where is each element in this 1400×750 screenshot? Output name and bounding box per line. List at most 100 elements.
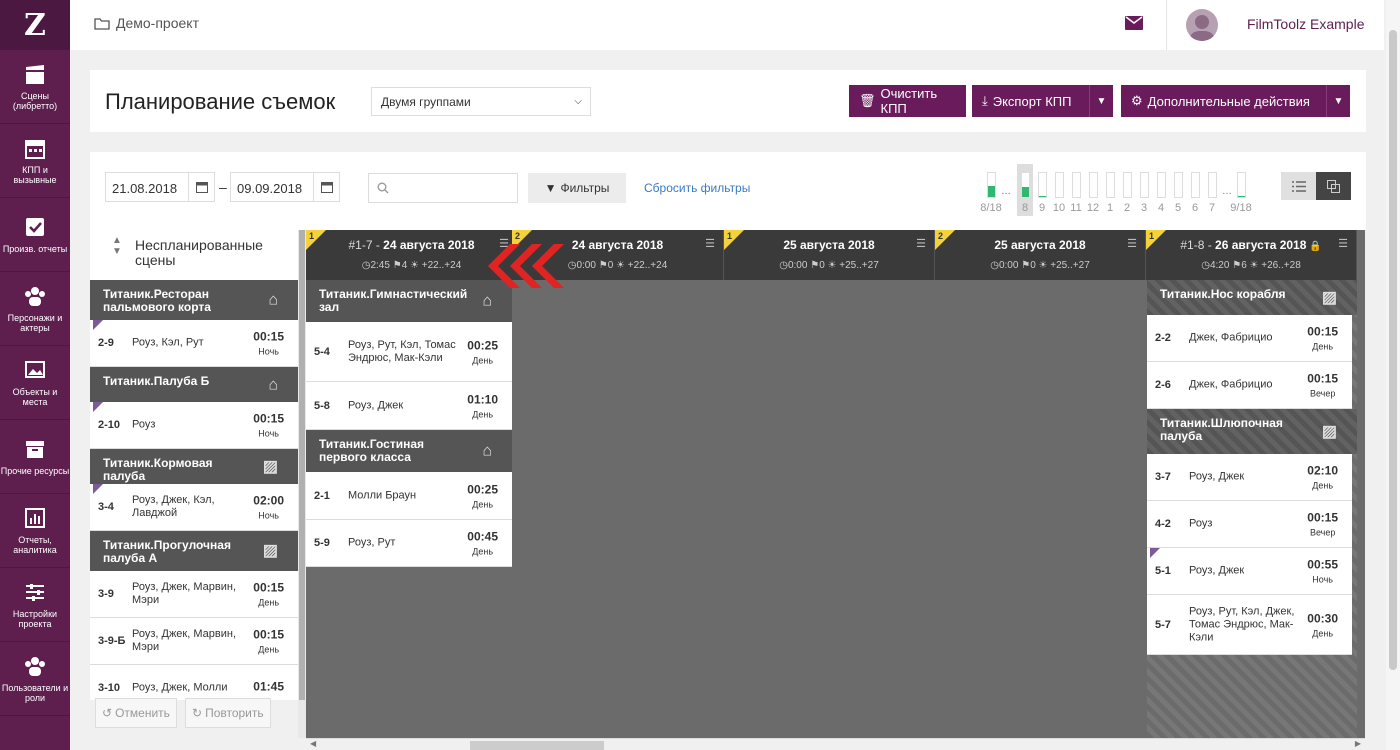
calendar-icon[interactable] [313, 173, 339, 201]
scene-characters: Роуз [1189, 517, 1213, 530]
export-kpp-button[interactable]: ⤓ Экспорт КПП [972, 85, 1089, 117]
board-scrollbar[interactable]: ◀ ▶ [306, 738, 1365, 750]
scene-card[interactable]: 2-1 Молли Браун 00:25 День [306, 472, 512, 520]
schedule-board: 1 #1-7 - 24 августа 2018 ☰ ◷2:45 ⚑4 ☀ +22..… [306, 230, 1365, 738]
day-column-header[interactable]: 1 25 августа 2018 ☰ ◷0:00 ⚑0 ☀ +25..+27 [724, 230, 935, 280]
scene-card[interactable]: 5-9 Роуз, Рут 00:45 День [306, 520, 512, 567]
scene-number: 2-9 [98, 337, 114, 349]
scene-card[interactable]: 5-1 Роуз, Джек 00:55 Ночь [1147, 548, 1352, 595]
sidebar-item-8[interactable]: Пользователи и роли [0, 642, 70, 716]
day-column-header[interactable]: 1 #1-8 - 26 августа 2018 🔒 ☰ ◷4:20 ⚑6 ☀ +26… [1146, 230, 1357, 280]
scene-card[interactable]: 4-2 Роуз 00:15 Вечер [1147, 501, 1352, 548]
more-actions-button[interactable]: ⚙ Дополнительные действия [1121, 85, 1326, 117]
unscheduled-scrollbar[interactable] [298, 230, 306, 738]
unscheduled-scrollbar-thumb[interactable] [299, 230, 305, 700]
day-strip-label: 9/18 [1230, 202, 1252, 214]
sidebar-item-5[interactable]: Прочие ресурсы [0, 420, 70, 494]
scene-number: 3-7 [1155, 471, 1171, 483]
sidebar-item-2[interactable]: Произв. отчеты [0, 198, 70, 272]
scroll-left-icon[interactable]: ◀ [310, 739, 316, 748]
scene-daytime: Ночь [258, 428, 279, 439]
app-logo[interactable]: Z [0, 0, 70, 50]
grouping-select[interactable]: Двумя группами ⌵ [371, 87, 591, 116]
scroll-left-arrows-icon[interactable] [480, 236, 590, 296]
calendar-icon[interactable] [188, 173, 214, 201]
sidebar-item-1[interactable]: КПП и вызывные [0, 124, 70, 198]
scene-daytime: День [258, 644, 280, 655]
page-scrollbar-thumb[interactable] [1389, 30, 1397, 670]
reset-filters-link[interactable]: Сбросить фильтры [644, 181, 750, 195]
search-input[interactable] [368, 173, 518, 203]
location-header[interactable]: Титаник.Прогулочная палуба А ▨ [90, 531, 298, 571]
scene-duration-value: 00:15 [253, 329, 284, 344]
export-dropdown-button[interactable]: ▼ [1089, 85, 1113, 117]
redo-label: Повторить [205, 706, 264, 720]
scene-card[interactable]: 5-4 Роуз, Рут, Кэл, Томас Эндрюс, Мак-Кэл… [306, 322, 512, 382]
scene-flag-icon [1150, 548, 1160, 558]
scene-card[interactable]: 5-8 Роуз, Джек 01:10 День [306, 382, 512, 430]
sidebar-item-4[interactable]: Объекты и места [0, 346, 70, 420]
column-settings-icon[interactable]: ☰ [705, 237, 715, 250]
location-header[interactable]: Титаник.Нос корабля ▨ [1147, 280, 1357, 315]
sort-icon[interactable]: ▲ ▼ [112, 235, 122, 257]
day-load-bar [1140, 172, 1149, 198]
list-view-button[interactable] [1281, 172, 1316, 200]
redo-button[interactable]: ↻ Повторить [185, 698, 271, 728]
day-column-header[interactable]: 2 25 августа 2018 ☰ ◷0:00 ⚑0 ☀ +25..+27 [935, 230, 1146, 280]
scene-card[interactable]: 3-7 Роуз, Джек 02:10 День [1147, 454, 1352, 501]
scene-number: 5-9 [314, 537, 330, 549]
scene-number: 2-1 [314, 489, 330, 502]
column-settings-icon[interactable]: ☰ [916, 237, 926, 250]
scene-duration: 00:15 Вечер [1307, 511, 1338, 538]
scene-duration: 00:55 Ночь [1307, 558, 1338, 585]
sidebar-item-6[interactable]: Отчеты, аналитика [0, 494, 70, 568]
location-group: Титаник.Кормовая палуба ▨ 3-4 Роуз, Джек, К… [90, 449, 298, 531]
scene-card[interactable]: 2-6 Джек, Фабрицио 00:15 Вечер [1147, 362, 1352, 409]
scene-duration-value: 00:25 [467, 482, 498, 496]
page-scrollbar[interactable] [1386, 0, 1400, 750]
filters-button[interactable]: ▼ Фильтры [528, 173, 626, 203]
board-scrollbar-thumb[interactable] [470, 741, 604, 750]
project-link[interactable]: Демо-проект [94, 15, 199, 31]
undo-button[interactable]: ↺ Отменить [95, 698, 177, 728]
total-time: 2:45 [370, 260, 390, 271]
scene-characters: Роуз, Джек [1189, 470, 1245, 483]
location-header[interactable]: Титаник.Гостиная первого класса ⌂ [306, 430, 512, 472]
scene-flag-icon [93, 402, 103, 412]
location-header[interactable]: Титаник.Шлюпочная палуба ▨ [1147, 409, 1357, 454]
day-strip-item[interactable]: 8/18… [980, 164, 1011, 216]
date-to-field[interactable]: 09.09.2018 [230, 172, 340, 202]
sidebar-item-0[interactable]: Сцены (либретто) [0, 50, 70, 124]
day-strip-item[interactable]: 9/18 [1230, 164, 1252, 216]
scene-card[interactable]: 2-10 Роуз 00:15 Ночь [90, 402, 298, 449]
sun-icon: ☀ [407, 260, 422, 271]
scene-card[interactable]: 5-7 Роуз, Рут, Кэл, Джек, Томас Эндрюс, М… [1147, 595, 1352, 655]
sidebar-item-3[interactable]: Персонажи и актеры [0, 272, 70, 346]
column-settings-icon[interactable]: ☰ [1338, 237, 1348, 250]
mail-icon[interactable] [1125, 16, 1143, 35]
scene-card[interactable]: 2-9 Роуз, Кэл, Рут 00:15 Ночь [90, 320, 298, 367]
day-strip-item[interactable]: 7… [1204, 164, 1232, 216]
column-settings-icon[interactable]: ☰ [1127, 237, 1137, 250]
scene-number: 3-10 [98, 682, 121, 694]
scene-card[interactable]: 2-2 Джек, Фабрицио 00:15 День [1147, 315, 1352, 362]
scene-card[interactable]: 3-4 Роуз, Джек, Кэл, Лавджой 02:00 Ночь [90, 484, 298, 531]
location-header[interactable]: Титаник.Палуба Б ⌂ [90, 367, 298, 402]
location-group: Титаник.Палуба Б ⌂ 2-10 Роуз 00:15 Ночь [90, 367, 298, 449]
location-name: Титаник.Прогулочная палуба А [103, 538, 231, 565]
location-header[interactable]: Титаник.Ресторан пальмового корта ⌂ [90, 280, 298, 320]
view-toggle [1281, 172, 1351, 200]
scene-number: 5-7 [1155, 618, 1171, 631]
clear-kpp-button[interactable]: 🗑 Очистить КПП [849, 85, 966, 117]
scene-card[interactable]: 3-9 Роуз, Джек, Марвин, Мэри 00:15 День [90, 571, 298, 618]
location-header[interactable]: Титаник.Кормовая палуба ▨ [90, 449, 298, 484]
sidebar-item-7[interactable]: Настройки проекта [0, 568, 70, 642]
scene-card[interactable]: 3-9-Б Роуз, Джек, Марвин, Мэри 00:15 День [90, 618, 298, 665]
more-actions-dropdown[interactable]: ▼ [1326, 85, 1350, 117]
username[interactable]: FilmToolz Example [1247, 16, 1364, 32]
scene-duration-value: 00:45 [467, 529, 498, 544]
date-from-field[interactable]: 21.08.2018 [105, 172, 215, 202]
board-view-button[interactable] [1316, 172, 1351, 200]
avatar[interactable] [1186, 9, 1218, 41]
scroll-right-icon[interactable]: ▶ [1355, 739, 1361, 748]
